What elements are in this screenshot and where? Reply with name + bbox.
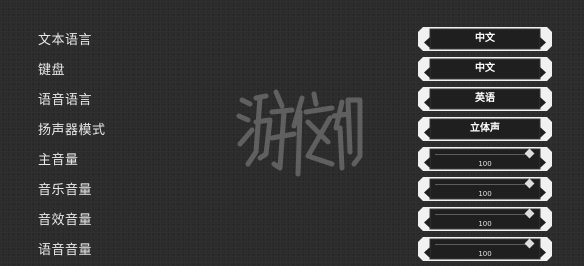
selected-value: 英语 bbox=[475, 93, 495, 104]
setting-label-voice-language: 语音语言 bbox=[38, 93, 93, 108]
arrow-left-icon[interactable] bbox=[424, 123, 430, 138]
control-frame bbox=[418, 237, 552, 261]
arrow-left-icon[interactable] bbox=[424, 33, 430, 48]
selected-value: 立体声 bbox=[470, 123, 500, 134]
arrow-right-icon[interactable] bbox=[540, 33, 546, 48]
slider-track[interactable] bbox=[435, 244, 533, 245]
arrow-left-icon[interactable] bbox=[424, 93, 430, 108]
arrow-right-icon[interactable] bbox=[540, 123, 546, 138]
arrow-left-icon[interactable] bbox=[424, 63, 430, 78]
option-selector-voice-language[interactable]: 英语 bbox=[417, 86, 553, 112]
selected-value: 中文 bbox=[475, 33, 495, 44]
setting-row-music-volume: 音乐音量 100 bbox=[0, 176, 584, 206]
option-selector-text-language[interactable]: 中文 bbox=[417, 26, 553, 52]
option-selector-keyboard[interactable]: 中文 bbox=[417, 56, 553, 82]
setting-row-sfx-volume: 音效音量 100 bbox=[0, 206, 584, 236]
volume-value: 100 bbox=[478, 190, 492, 198]
setting-row-text-language: 文本语言 中文 bbox=[0, 26, 584, 56]
setting-row-master-volume: 主音量 100 bbox=[0, 146, 584, 176]
arrow-right-icon[interactable] bbox=[540, 93, 546, 108]
slider-track[interactable] bbox=[435, 214, 533, 215]
setting-row-voice-language: 语音语言 英语 bbox=[0, 86, 584, 116]
setting-label-text-language: 文本语言 bbox=[38, 33, 93, 48]
setting-label-master-volume: 主音量 bbox=[38, 153, 79, 168]
control-frame bbox=[418, 177, 552, 201]
volume-slider-sfx-volume[interactable]: 100 bbox=[417, 206, 553, 232]
selected-value: 中文 bbox=[475, 63, 495, 74]
control-frame bbox=[418, 147, 552, 171]
setting-row-speaker-mode: 扬声器模式 立体声 bbox=[0, 116, 584, 146]
volume-value: 100 bbox=[478, 160, 492, 168]
setting-label-speaker-mode: 扬声器模式 bbox=[38, 123, 106, 138]
arrow-right-icon[interactable] bbox=[540, 63, 546, 78]
volume-value: 100 bbox=[478, 250, 492, 258]
volume-slider-music-volume[interactable]: 100 bbox=[417, 176, 553, 202]
setting-label-music-volume: 音乐音量 bbox=[38, 183, 93, 198]
setting-label-keyboard: 键盘 bbox=[38, 63, 66, 78]
volume-value: 100 bbox=[478, 220, 492, 228]
volume-slider-master-volume[interactable]: 100 bbox=[417, 146, 553, 172]
setting-label-voice-volume: 语音音量 bbox=[38, 243, 93, 258]
option-selector-speaker-mode[interactable]: 立体声 bbox=[417, 116, 553, 142]
slider-track[interactable] bbox=[435, 154, 533, 155]
setting-row-keyboard: 键盘 中文 bbox=[0, 56, 584, 86]
volume-slider-voice-volume[interactable]: 100 bbox=[417, 236, 553, 262]
control-frame bbox=[418, 207, 552, 231]
slider-track[interactable] bbox=[435, 184, 533, 185]
setting-label-sfx-volume: 音效音量 bbox=[38, 213, 93, 228]
setting-row-voice-volume: 语音音量 100 bbox=[0, 236, 584, 266]
